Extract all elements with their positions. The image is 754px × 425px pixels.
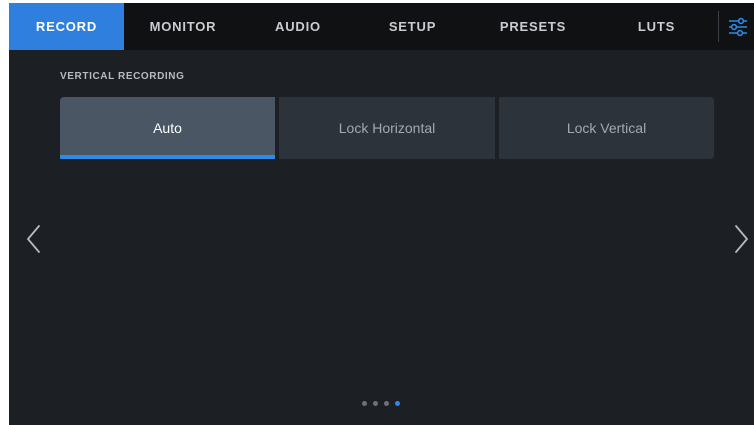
option-lock-vertical[interactable]: Lock Vertical — [499, 97, 714, 159]
tab-bar: RECORD MONITOR AUDIO SETUP PRESETS LUTS — [9, 3, 754, 50]
selected-indicator — [60, 155, 275, 159]
page-dot-1[interactable] — [362, 401, 367, 406]
option-auto[interactable]: Auto — [60, 97, 275, 159]
next-page-button[interactable] — [730, 223, 752, 255]
tab-divider — [718, 11, 719, 42]
option-lock-horizontal[interactable]: Lock Horizontal — [279, 97, 495, 159]
vertical-recording-label: VERTICAL RECORDING — [60, 71, 185, 82]
tab-record[interactable]: RECORD — [9, 3, 124, 50]
tab-presets[interactable]: PRESETS — [471, 3, 595, 50]
camera-screen: RECORD MONITOR AUDIO SETUP PRESETS LUTS … — [9, 3, 754, 425]
chevron-left-icon — [27, 225, 40, 253]
page-dot-3[interactable] — [384, 401, 389, 406]
tab-setup[interactable]: SETUP — [354, 3, 471, 50]
page-dot-2[interactable] — [373, 401, 378, 406]
page-dot-4[interactable] — [395, 401, 400, 406]
tab-luts[interactable]: LUTS — [595, 3, 718, 50]
settings-button[interactable] — [722, 3, 754, 50]
tab-audio[interactable]: AUDIO — [242, 3, 354, 50]
option-lock-vertical-label: Lock Vertical — [566, 120, 647, 136]
option-auto-label: Auto — [153, 120, 182, 136]
chevron-right-icon — [735, 225, 748, 253]
sliders-icon — [729, 17, 747, 36]
tab-monitor[interactable]: MONITOR — [124, 3, 242, 50]
option-lock-horizontal-label: Lock Horizontal — [338, 120, 436, 136]
prev-page-button[interactable] — [23, 223, 45, 255]
page-indicator — [362, 401, 400, 409]
